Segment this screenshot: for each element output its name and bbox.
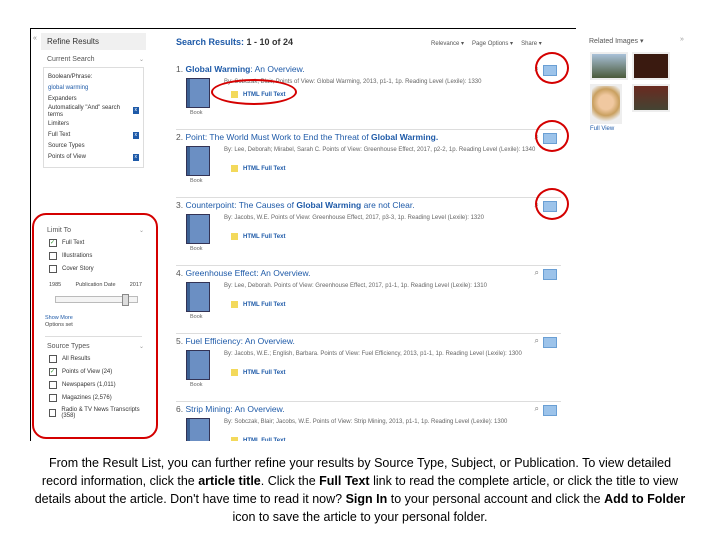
result-item: 6. Strip Mining: An Overview. Book By: S… — [176, 401, 561, 441]
refine-sidebar: Refine Results Current Search ⌄ Boolean/P… — [41, 33, 146, 172]
add-to-folder-icon[interactable] — [543, 405, 557, 416]
source-item: Points of View — [48, 154, 86, 160]
result-byline: By: Lee, Deborah. Points of View: Greenh… — [224, 283, 487, 289]
publication-type: Book — [190, 382, 203, 388]
annotation-circle — [535, 120, 569, 152]
book-icon[interactable] — [186, 78, 210, 108]
book-icon[interactable] — [186, 146, 210, 176]
result-byline: By: Lee, Deborah; Mirabel, Sarah C. Poin… — [224, 147, 536, 153]
results-heading: Search Results: 1 - 10 of 24 — [176, 37, 293, 47]
result-byline: By: Jacobs, W.E.; English, Barbara. Poin… — [224, 351, 522, 357]
current-search-header[interactable]: Current Search ⌄ — [47, 56, 146, 63]
result-title[interactable]: 1. Global Warming: An Overview. — [176, 64, 561, 74]
html-full-text-link[interactable]: HTML Full Text — [231, 301, 285, 308]
html-full-text-link[interactable]: HTML Full Text — [231, 165, 285, 172]
limiters-label: Limiters — [48, 121, 70, 127]
result-title[interactable]: 6. Strip Mining: An Overview. — [176, 404, 561, 414]
results-heading-label: Search Results: — [176, 37, 245, 47]
result-title[interactable]: 4. Greenhouse Effect: An Overview. — [176, 268, 561, 278]
page-options-dropdown[interactable]: Page Options ▾ — [472, 40, 513, 47]
result-byline: By: Sobczak, Blair; Jacobs, W.E. Points … — [224, 419, 508, 425]
source-types-label: Source Types — [48, 143, 85, 149]
current-search-box: Boolean/Phrase: global warming Expanders… — [43, 67, 144, 168]
related-image[interactable] — [590, 84, 622, 124]
collapse-panel-icon[interactable]: » — [680, 36, 684, 43]
remove-icon[interactable]: x — [132, 132, 139, 139]
result-item: 5. Fuel Efficiency: An Overview. Book By… — [176, 333, 561, 402]
related-image[interactable] — [632, 52, 670, 80]
refine-title: Refine Results — [41, 33, 146, 50]
publication-type: Book — [190, 178, 203, 184]
full-view-link[interactable]: Full View — [590, 126, 614, 132]
book-icon[interactable] — [186, 418, 210, 441]
chevron-down-icon: ⌄ — [138, 57, 144, 63]
result-title[interactable]: 5. Fuel Efficiency: An Overview. — [176, 336, 561, 346]
result-item: 2. Point: The World Must Work to End the… — [176, 129, 561, 198]
preview-magnifier-icon[interactable]: ⌕ — [535, 336, 539, 346]
add-to-folder-icon[interactable] — [543, 337, 557, 348]
result-byline: By: Jacobs, W.E. Points of View: Greenho… — [224, 215, 484, 221]
results-range: 1 - 10 of 24 — [246, 37, 294, 47]
annotation-box — [32, 213, 158, 439]
expander-item: Automatically "And" search terms — [48, 105, 120, 118]
annotation-circle — [211, 79, 297, 105]
related-images-title[interactable]: Related Images ▾ — [589, 37, 644, 45]
instruction-caption: From the Result List, you can further re… — [34, 456, 686, 524]
boolean-label: Boolean/Phrase: — [48, 74, 93, 80]
html-full-text-link[interactable]: HTML Full Text — [231, 437, 285, 441]
related-image[interactable] — [590, 52, 628, 80]
html-full-text-link[interactable]: HTML Full Text — [231, 369, 285, 376]
result-title[interactable]: 3. Counterpoint: The Causes of Global Wa… — [176, 200, 561, 210]
book-icon[interactable] — [186, 214, 210, 244]
annotation-circle — [535, 188, 569, 220]
limiter-item: Full Text — [48, 132, 71, 138]
publication-type: Book — [190, 110, 203, 116]
boolean-value[interactable]: global warming — [48, 83, 139, 94]
expanders-label: Expanders — [48, 96, 77, 102]
add-to-folder-icon[interactable] — [543, 269, 557, 280]
share-dropdown[interactable]: Share ▾ — [521, 40, 542, 47]
annotation-circle — [535, 52, 569, 84]
publication-type: Book — [190, 314, 203, 320]
remove-icon[interactable]: x — [132, 154, 139, 161]
html-full-text-link[interactable]: HTML Full Text — [231, 233, 285, 240]
related-image[interactable] — [632, 84, 670, 112]
results-toolbar: Relevance ▾ Page Options ▾ Share ▾ — [431, 40, 542, 47]
current-search-label: Current Search — [47, 56, 95, 63]
book-icon[interactable] — [186, 282, 210, 312]
result-item: 4. Greenhouse Effect: An Overview. Book … — [176, 265, 561, 334]
result-title[interactable]: 2. Point: The World Must Work to End the… — [176, 132, 561, 142]
preview-magnifier-icon[interactable]: ⌕ — [535, 404, 539, 414]
collapse-sidebar-icon[interactable]: « — [33, 35, 37, 42]
preview-magnifier-icon[interactable]: ⌕ — [535, 268, 539, 278]
book-icon[interactable] — [186, 350, 210, 380]
result-item: 3. Counterpoint: The Causes of Global Wa… — [176, 197, 561, 266]
remove-icon[interactable]: x — [132, 107, 139, 114]
sort-dropdown[interactable]: Relevance ▾ — [431, 40, 464, 47]
publication-type: Book — [190, 246, 203, 252]
